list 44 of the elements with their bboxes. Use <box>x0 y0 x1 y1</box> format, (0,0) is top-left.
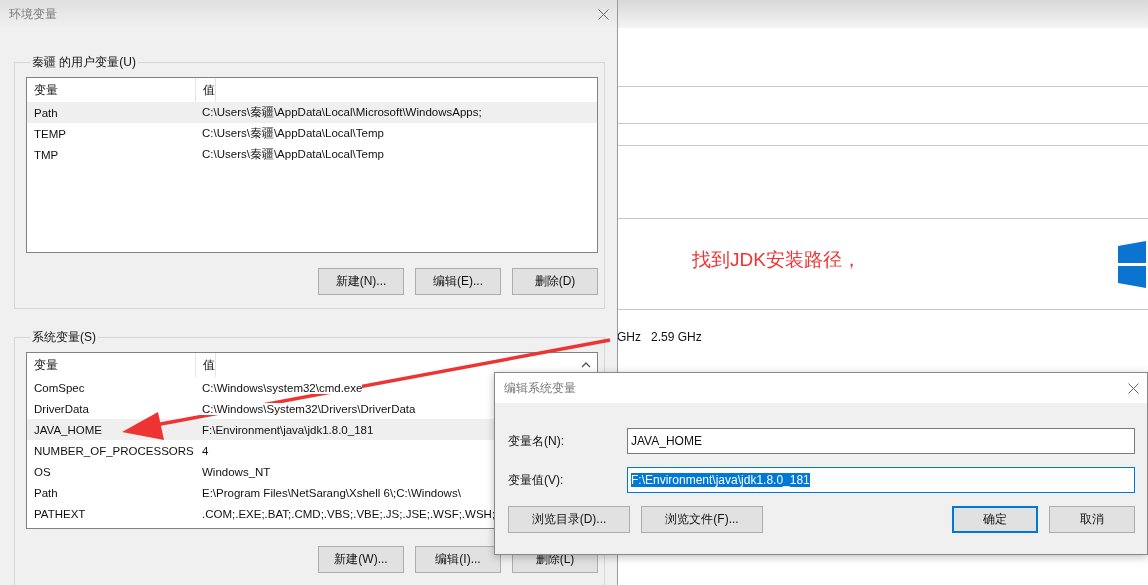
dialog-title: 编辑系统变量 <box>504 379 576 397</box>
column-header[interactable]: 值 <box>196 353 216 377</box>
variable-name: JAVA_HOME <box>33 423 103 436</box>
cpu-speed-text: 2.59 GHz <box>651 330 702 344</box>
variable-name: Path <box>33 106 59 119</box>
dialog-button[interactable]: 取消 <box>1049 506 1135 533</box>
field-label: 变量值(V): <box>508 471 565 489</box>
variable-row[interactable]: NUMBER_OF_PROCESSORS 4 <box>27 440 209 461</box>
group-label: 秦疆 的用户变量(U) <box>31 54 137 71</box>
dialog-button[interactable]: 编辑(I)... <box>415 546 501 573</box>
browse-button[interactable]: 浏览目录(D)... <box>508 506 630 533</box>
variable-row[interactable]: Path E:\Program Files\NetSarang\Xshell 6\;C:\Windows\ <box>27 482 461 503</box>
variable-row[interactable]: TEMP C:\Users\秦疆\AppData\Local\Temp <box>27 123 384 144</box>
browse-button[interactable]: 浏览文件(F)... <box>641 506 763 533</box>
variable-name: OS <box>33 465 52 478</box>
dialog-button[interactable]: 新建(N)... <box>318 268 404 295</box>
variable-row[interactable]: TMP C:\Users\秦疆\AppData\Local\Temp <box>27 144 384 165</box>
input-field[interactable]: JAVA_HOME <box>627 428 1135 454</box>
windows-logo-icon <box>1118 240 1148 288</box>
close-icon[interactable] <box>598 8 609 20</box>
dialog-button[interactable]: 确定 <box>952 506 1038 533</box>
variable-row[interactable]: PATHEXT .COM;.EXE;.BAT;.CMD;.VBS;.VBE;.JS;.JSE;.WSF;.WSH; <box>27 503 496 524</box>
dialog-title: 环境变量 <box>9 5 57 23</box>
group-label: 系统变量(S) <box>31 329 97 346</box>
variable-row[interactable]: OS Windows_NT <box>27 461 271 482</box>
cpu-speed-text: GHz <box>617 330 641 344</box>
variable-name: ComSpec <box>33 381 86 394</box>
scroll-up-icon[interactable] <box>581 362 591 368</box>
close-icon[interactable] <box>1128 382 1139 394</box>
dialog-button[interactable]: 删除(D) <box>512 268 598 295</box>
dialog-button[interactable]: 编辑(E)... <box>415 268 501 295</box>
annotation-text: 找到JDK安装路径， <box>692 248 861 272</box>
column-header[interactable]: 变量 <box>27 353 196 377</box>
variable-name: NUMBER_OF_PROCESSORS <box>33 444 195 457</box>
variable-row[interactable]: DriverData C:\Windows\System32\Drivers\DriverData <box>27 398 416 419</box>
variable-name: TMP <box>33 148 60 161</box>
variable-name: Path <box>33 486 59 499</box>
variable-row[interactable]: Path C:\Users\秦疆\AppData\Local\Microsoft\WindowsApps; <box>27 102 597 123</box>
variable-row[interactable]: ComSpec C:\Windows\system32\cmd.exe <box>27 377 363 398</box>
variable-name: TEMP <box>33 127 67 140</box>
variable-name: PATHEXT <box>33 507 87 520</box>
variable-name: DriverData <box>33 402 90 415</box>
dialog-button[interactable]: 新建(W)... <box>318 546 404 573</box>
input-field[interactable]: F:\Environment\java\jdk1.8.0_181 <box>627 467 1135 493</box>
